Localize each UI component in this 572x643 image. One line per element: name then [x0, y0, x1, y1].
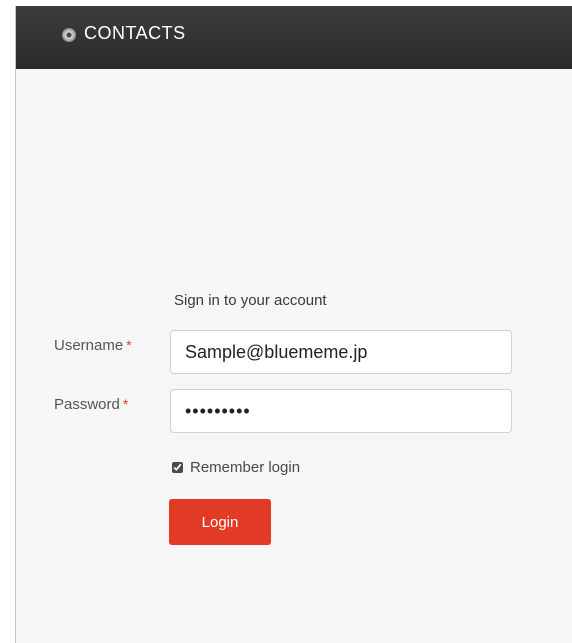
remember-login-checkbox[interactable]	[172, 462, 183, 473]
remember-login-label[interactable]: Remember login	[190, 459, 300, 476]
username-label: Username *	[54, 337, 132, 354]
sign-in-heading: Sign in to your account	[174, 292, 327, 309]
password-input[interactable]	[170, 389, 512, 433]
login-form: Sign in to your account Username* Passwo…	[16, 6, 572, 643]
password-label-text: Password	[54, 396, 120, 413]
required-marker: *	[122, 396, 129, 412]
username-label-text: Username	[54, 337, 124, 354]
password-label: Password *	[54, 396, 128, 413]
login-button[interactable]: Login	[169, 499, 271, 545]
app-window: CONTACTS Sign in to your account Usernam…	[15, 6, 572, 643]
remember-login-row: Remember login	[172, 459, 300, 476]
required-marker: *	[126, 337, 132, 353]
username-input[interactable]	[170, 330, 512, 374]
